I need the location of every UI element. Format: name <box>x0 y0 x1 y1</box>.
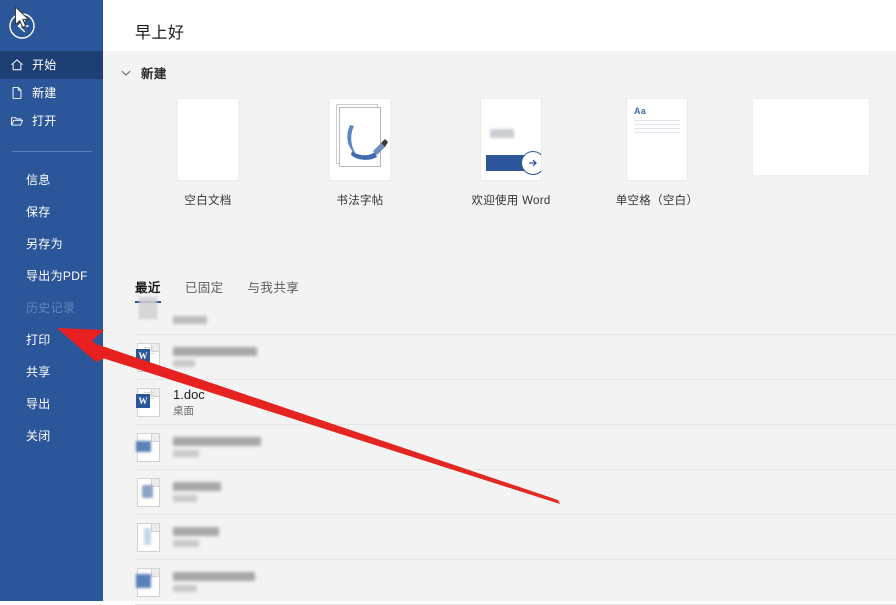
chevron-down-icon <box>119 66 133 80</box>
placeholder-lines <box>634 120 680 136</box>
file-name: 1.doc <box>173 386 205 402</box>
sidebar-item-label: 打印 <box>26 332 51 347</box>
sidebar-item-label: 开始 <box>32 58 57 72</box>
pdf-file-icon <box>135 477 161 507</box>
redacted-file-name <box>173 347 257 356</box>
template-label: 单空格（空白） <box>615 195 699 207</box>
wide-blank-thumbnail <box>752 98 870 176</box>
redacted-file-name <box>173 482 221 491</box>
sidebar-item-label: 导出 <box>26 396 51 411</box>
template-label: 书法字帖 <box>336 195 384 207</box>
redacted-file-location <box>173 495 197 502</box>
sidebar-item-label: 关闭 <box>26 428 51 443</box>
sidebar-item-label: 另存为 <box>26 236 63 251</box>
redacted-file-name <box>173 315 207 324</box>
redacted-file-name <box>173 437 261 446</box>
table-row[interactable] <box>135 515 896 560</box>
sidebar-item-print[interactable]: 打印 <box>0 323 103 355</box>
aa-page-thumbnail: Aa <box>626 98 688 181</box>
redacted-file-location <box>173 450 199 457</box>
table-row[interactable] <box>135 296 896 335</box>
redacted-file-location <box>173 360 195 367</box>
table-row[interactable] <box>135 470 896 515</box>
recent-file-list: W W 1.doc 桌面 <box>135 296 896 605</box>
table-row[interactable] <box>135 425 896 470</box>
sidebar-item-save[interactable]: 保存 <box>0 195 103 227</box>
table-row[interactable]: W 1.doc 桌面 <box>135 380 896 425</box>
tab-label: 与我共享 <box>247 281 300 295</box>
sidebar-item-label: 历史记录 <box>26 300 76 315</box>
tab-pinned[interactable]: 已固定 <box>185 277 224 303</box>
table-row[interactable] <box>135 560 896 605</box>
table-row[interactable]: W <box>135 335 896 380</box>
recent-tabs: 最近 已固定 与我共享 <box>135 277 299 303</box>
redacted-text <box>490 129 514 138</box>
sidebar-item-label: 打开 <box>32 114 57 128</box>
sidebar-item-export-pdf[interactable]: 导出为PDF <box>0 259 103 291</box>
sidebar-item-open[interactable]: 打开 <box>0 107 103 135</box>
redacted-file-location <box>173 540 199 547</box>
sidebar-secondary-nav: 信息 保存 另存为 导出为PDF 历史记录 打印 共享 导出 关闭 <box>0 163 103 451</box>
template-card-calligraphy[interactable]: 书法字帖 <box>295 98 425 208</box>
backstage-sidebar: 开始 新建 打开 信息 保存 另存为 导出为PDF 历史记录 打印 共享 导出 … <box>0 0 103 601</box>
page-title: 早上好 <box>135 25 185 42</box>
backstage-main: 早上好 新建 空白文档 书法字帖 欢迎使用 Word Aa 单空格（空白） 最近… <box>103 0 896 605</box>
template-card-welcome[interactable]: 欢迎使用 Word <box>446 98 576 208</box>
calligraphy-thumbnail <box>329 98 391 181</box>
greeting-bar: 早上好 <box>103 0 896 51</box>
template-label: 欢迎使用 Word <box>471 195 551 207</box>
sidebar-item-label: 新建 <box>32 86 57 100</box>
template-card-single-space[interactable]: Aa 单空格（空白） <box>592 98 722 208</box>
sidebar-item-home[interactable]: 开始 <box>0 51 103 79</box>
new-section-title: 新建 <box>141 67 167 81</box>
sidebar-item-info[interactable]: 信息 <box>0 163 103 195</box>
sidebar-item-save-as[interactable]: 另存为 <box>0 227 103 259</box>
tab-shared-with-me[interactable]: 与我共享 <box>248 277 300 303</box>
powerpoint-file-icon <box>135 567 161 597</box>
sidebar-item-export[interactable]: 导出 <box>0 387 103 419</box>
sidebar-divider <box>12 151 92 152</box>
back-button[interactable] <box>6 10 38 42</box>
template-card-blank[interactable]: 空白文档 <box>143 98 273 208</box>
redacted-file-name <box>173 527 219 536</box>
sidebar-item-new[interactable]: 新建 <box>0 79 103 107</box>
tab-label: 最近 <box>135 281 161 295</box>
welcome-thumbnail <box>480 98 542 181</box>
home-icon <box>9 57 25 73</box>
sidebar-item-history: 历史记录 <box>0 291 103 323</box>
arrow-right-icon <box>521 151 541 175</box>
tab-label: 已固定 <box>184 281 224 295</box>
sidebar-item-label: 共享 <box>26 364 51 379</box>
new-document-icon <box>9 85 25 101</box>
generic-file-icon <box>135 296 161 335</box>
template-label: 空白文档 <box>184 195 232 207</box>
open-folder-icon <box>9 113 25 129</box>
sidebar-item-close[interactable]: 关闭 <box>0 419 103 451</box>
sidebar-item-label: 信息 <box>26 172 51 187</box>
new-section-header[interactable]: 新建 <box>119 63 167 82</box>
word-doc-icon: W <box>135 387 161 417</box>
sidebar-item-label: 导出为PDF <box>26 268 88 283</box>
aa-glyph: Aa <box>634 106 646 116</box>
template-gallery: 空白文档 书法字帖 欢迎使用 Word Aa 单空格（空白） <box>103 98 896 213</box>
redacted-file-name <box>173 572 255 581</box>
template-card-wide-blank[interactable] <box>731 98 891 187</box>
sidebar-item-label: 保存 <box>26 204 51 219</box>
excel-file-icon <box>135 432 161 462</box>
word-doc-icon: W <box>135 342 161 372</box>
file-location: 桌面 <box>173 404 194 417</box>
sidebar-item-share[interactable]: 共享 <box>0 355 103 387</box>
sidebar-primary-nav: 开始 新建 打开 <box>0 51 103 135</box>
redacted-file-location <box>173 585 197 592</box>
blank-page-thumbnail <box>177 98 239 181</box>
text-file-icon <box>135 522 161 552</box>
